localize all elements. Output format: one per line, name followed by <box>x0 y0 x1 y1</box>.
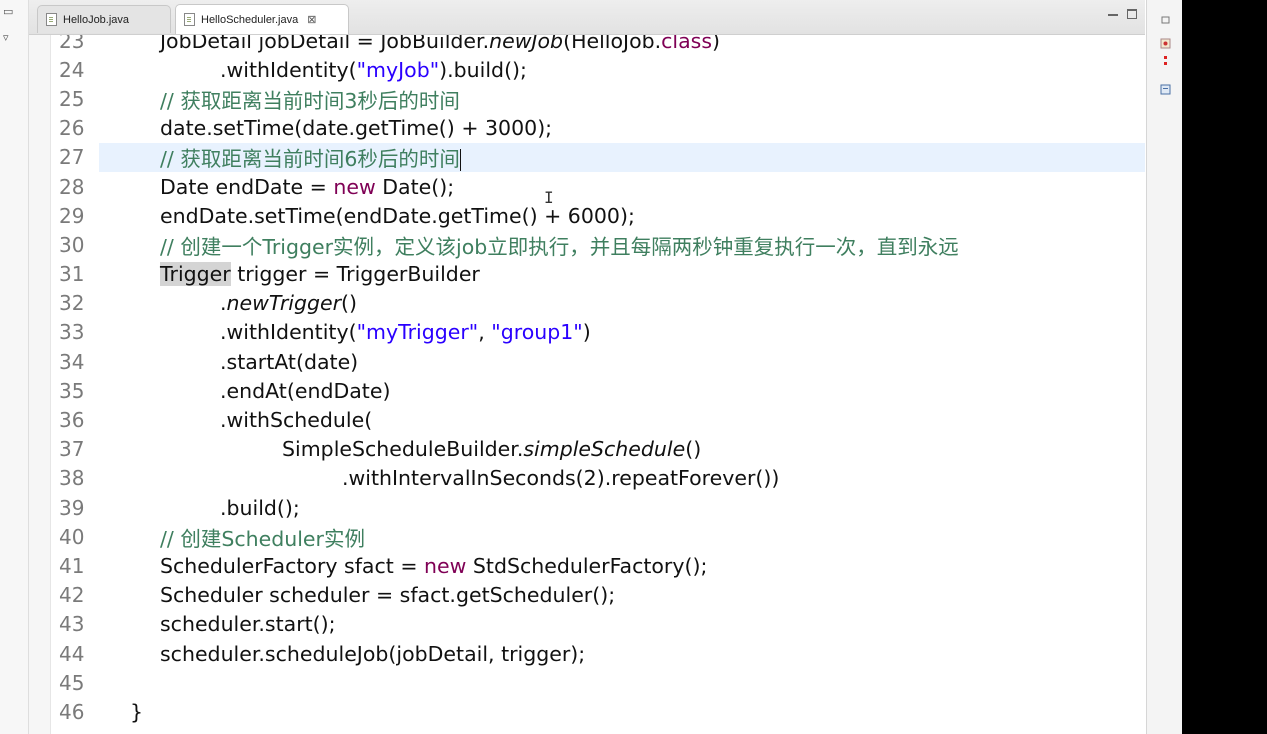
code-text: scheduler.start(); <box>160 612 336 637</box>
maximize-icon[interactable] <box>1127 9 1137 19</box>
tab-helloscheduler[interactable]: HelloScheduler.java ⊠ <box>175 4 349 34</box>
code-text: .endAt(endDate) <box>220 378 391 403</box>
console-view-icon[interactable] <box>1160 84 1171 95</box>
comment-text: // 获取距离当前时间3秒后的时间 <box>160 88 460 113</box>
code-text: .withIdentity("myTrigger", "group1") <box>220 320 591 345</box>
problems-view-icon[interactable] <box>1160 55 1171 66</box>
line-number: 28 <box>59 174 85 199</box>
restore-icon[interactable]: ▭ <box>3 6 15 17</box>
code-editor[interactable]: 23 JobDetail jobDetail = JobBuilder.newJ… <box>29 35 1145 734</box>
code-line: 31 Trigger trigger = TriggerBuilder <box>29 260 1145 289</box>
line-number: 46 <box>59 699 85 724</box>
code-line: 38 .withIntervalInSeconds(2).repeatForev… <box>29 464 1145 493</box>
code-text: SimpleScheduleBuilder.simpleSchedule() <box>282 437 702 462</box>
code-line: 46 } <box>29 697 1145 726</box>
line-number: 33 <box>59 320 85 345</box>
line-number: 25 <box>59 86 85 111</box>
line-number: 29 <box>59 203 85 228</box>
code-line: 26 date.setTime(date.getTime() + 3000); <box>29 114 1145 143</box>
line-number: 24 <box>59 57 85 82</box>
mouse-ibeam-cursor: I <box>544 188 554 207</box>
code-text: Scheduler scheduler = sfact.getScheduler… <box>160 583 616 608</box>
code-lines: 23 JobDetail jobDetail = JobBuilder.newJ… <box>29 35 1145 727</box>
code-line: 32 .newTrigger() <box>29 289 1145 318</box>
code-line: 25 // 获取距离当前时间3秒后的时间 <box>29 84 1145 113</box>
editor-window-controls <box>1108 9 1137 19</box>
java-file-icon <box>46 13 57 26</box>
code-text: .withIdentity("myJob").build(); <box>220 57 527 82</box>
line-number: 44 <box>59 641 85 666</box>
line-number: 41 <box>59 553 85 578</box>
code-line: 23 JobDetail jobDetail = JobBuilder.newJ… <box>29 35 1145 55</box>
left-toolbar-strip: ▭ ▿ <box>0 0 29 734</box>
code-text: date.setTime(date.getTime() + 3000); <box>160 116 553 141</box>
chevron-down-icon[interactable]: ▿ <box>3 32 15 43</box>
line-number: 38 <box>59 466 85 491</box>
code-text: endDate.setTime(endDate.getTime() + 6000… <box>160 203 635 228</box>
code-line: 24 .withIdentity("myJob").build(); <box>29 55 1145 84</box>
line-number: 23 <box>59 35 85 53</box>
line-number: 40 <box>59 524 85 549</box>
close-tab-icon[interactable]: ⊠ <box>307 13 316 26</box>
line-number: 43 <box>59 612 85 637</box>
minimize-icon[interactable] <box>1108 14 1118 16</box>
comment-text: // 创建一个Trigger实例，定义该job立即执行，并且每隔两秒钟重复执行一… <box>160 234 959 259</box>
code-text: scheduler.scheduleJob(jobDetail, trigger… <box>160 641 586 666</box>
outline-view-icon[interactable] <box>1160 38 1171 49</box>
code-text: .withSchedule( <box>220 408 373 433</box>
code-line: 36 .withSchedule( <box>29 405 1145 434</box>
code-text: Trigger trigger = TriggerBuilder <box>160 262 480 287</box>
code-line: 35 .endAt(endDate) <box>29 376 1145 405</box>
code-text: SchedulerFactory sfact = new StdSchedule… <box>160 553 708 578</box>
comment-text: // 获取距离当前时间6秒后的时间 <box>160 147 461 172</box>
code-line: 40 // 创建Scheduler实例 <box>29 522 1145 551</box>
code-line: 43 scheduler.start(); <box>29 610 1145 639</box>
right-toolbar-strip <box>1146 0 1183 734</box>
line-number: 30 <box>59 232 85 257</box>
line-number: 39 <box>59 495 85 520</box>
current-line: 27 // 获取距离当前时间6秒后的时间 <box>59 142 1145 172</box>
code-line: 44 scheduler.scheduleJob(jobDetail, trig… <box>29 639 1145 668</box>
code-line: 29 endDate.setTime(endDate.getTime() + 6… <box>29 201 1145 230</box>
black-side-panel <box>1182 0 1267 734</box>
line-number: 26 <box>59 116 85 141</box>
line-number: 42 <box>59 583 85 608</box>
line-number: 35 <box>59 378 85 403</box>
line-number: 36 <box>59 408 85 433</box>
java-file-icon <box>184 13 195 26</box>
comment-text: // 创建Scheduler实例 <box>160 526 365 551</box>
editor-tab-bar: HelloJob.java HelloScheduler.java ⊠ <box>29 0 1145 35</box>
text-cursor <box>459 149 461 172</box>
code-line: 41 SchedulerFactory sfact = new StdSched… <box>29 551 1145 580</box>
code-text: .build(); <box>220 495 300 520</box>
line-number: 45 <box>59 670 85 695</box>
line-number: 37 <box>59 437 85 462</box>
code-line: 28 Date endDate = new Date(); <box>29 172 1145 201</box>
line-number: 34 <box>59 349 85 374</box>
code-line: 33 .withIdentity("myTrigger", "group1") <box>29 318 1145 347</box>
restore-view-icon[interactable] <box>1160 14 1171 25</box>
code-line: 34 .startAt(date) <box>29 347 1145 376</box>
line-number: 32 <box>59 291 85 316</box>
code-text: Date endDate = new Date(); <box>160 174 455 199</box>
code-text: } <box>130 699 144 724</box>
tab-label: HelloJob.java <box>63 13 130 26</box>
code-text: .withIntervalInSeconds(2).repeatForever(… <box>342 466 780 491</box>
tab-hellojob[interactable]: HelloJob.java <box>37 5 171 33</box>
line-number: 27 <box>59 145 85 170</box>
code-text: .startAt(date) <box>220 349 359 374</box>
code-line: 45 <box>29 668 1145 697</box>
code-text: JobDetail jobDetail = JobBuilder.newJob(… <box>160 35 721 53</box>
line-number: 31 <box>59 262 85 287</box>
occurrence-highlight: Trigger <box>160 262 231 287</box>
code-line: 39 .build(); <box>29 493 1145 522</box>
code-line: 42 Scheduler scheduler = sfact.getSchedu… <box>29 581 1145 610</box>
code-line: 30 // 创建一个Trigger实例，定义该job立即执行，并且每隔两秒钟重复… <box>29 230 1145 259</box>
code-text: .newTrigger() <box>220 291 358 316</box>
code-line: 37 SimpleScheduleBuilder.simpleSchedule(… <box>29 435 1145 464</box>
tab-label: HelloScheduler.java <box>201 13 299 26</box>
